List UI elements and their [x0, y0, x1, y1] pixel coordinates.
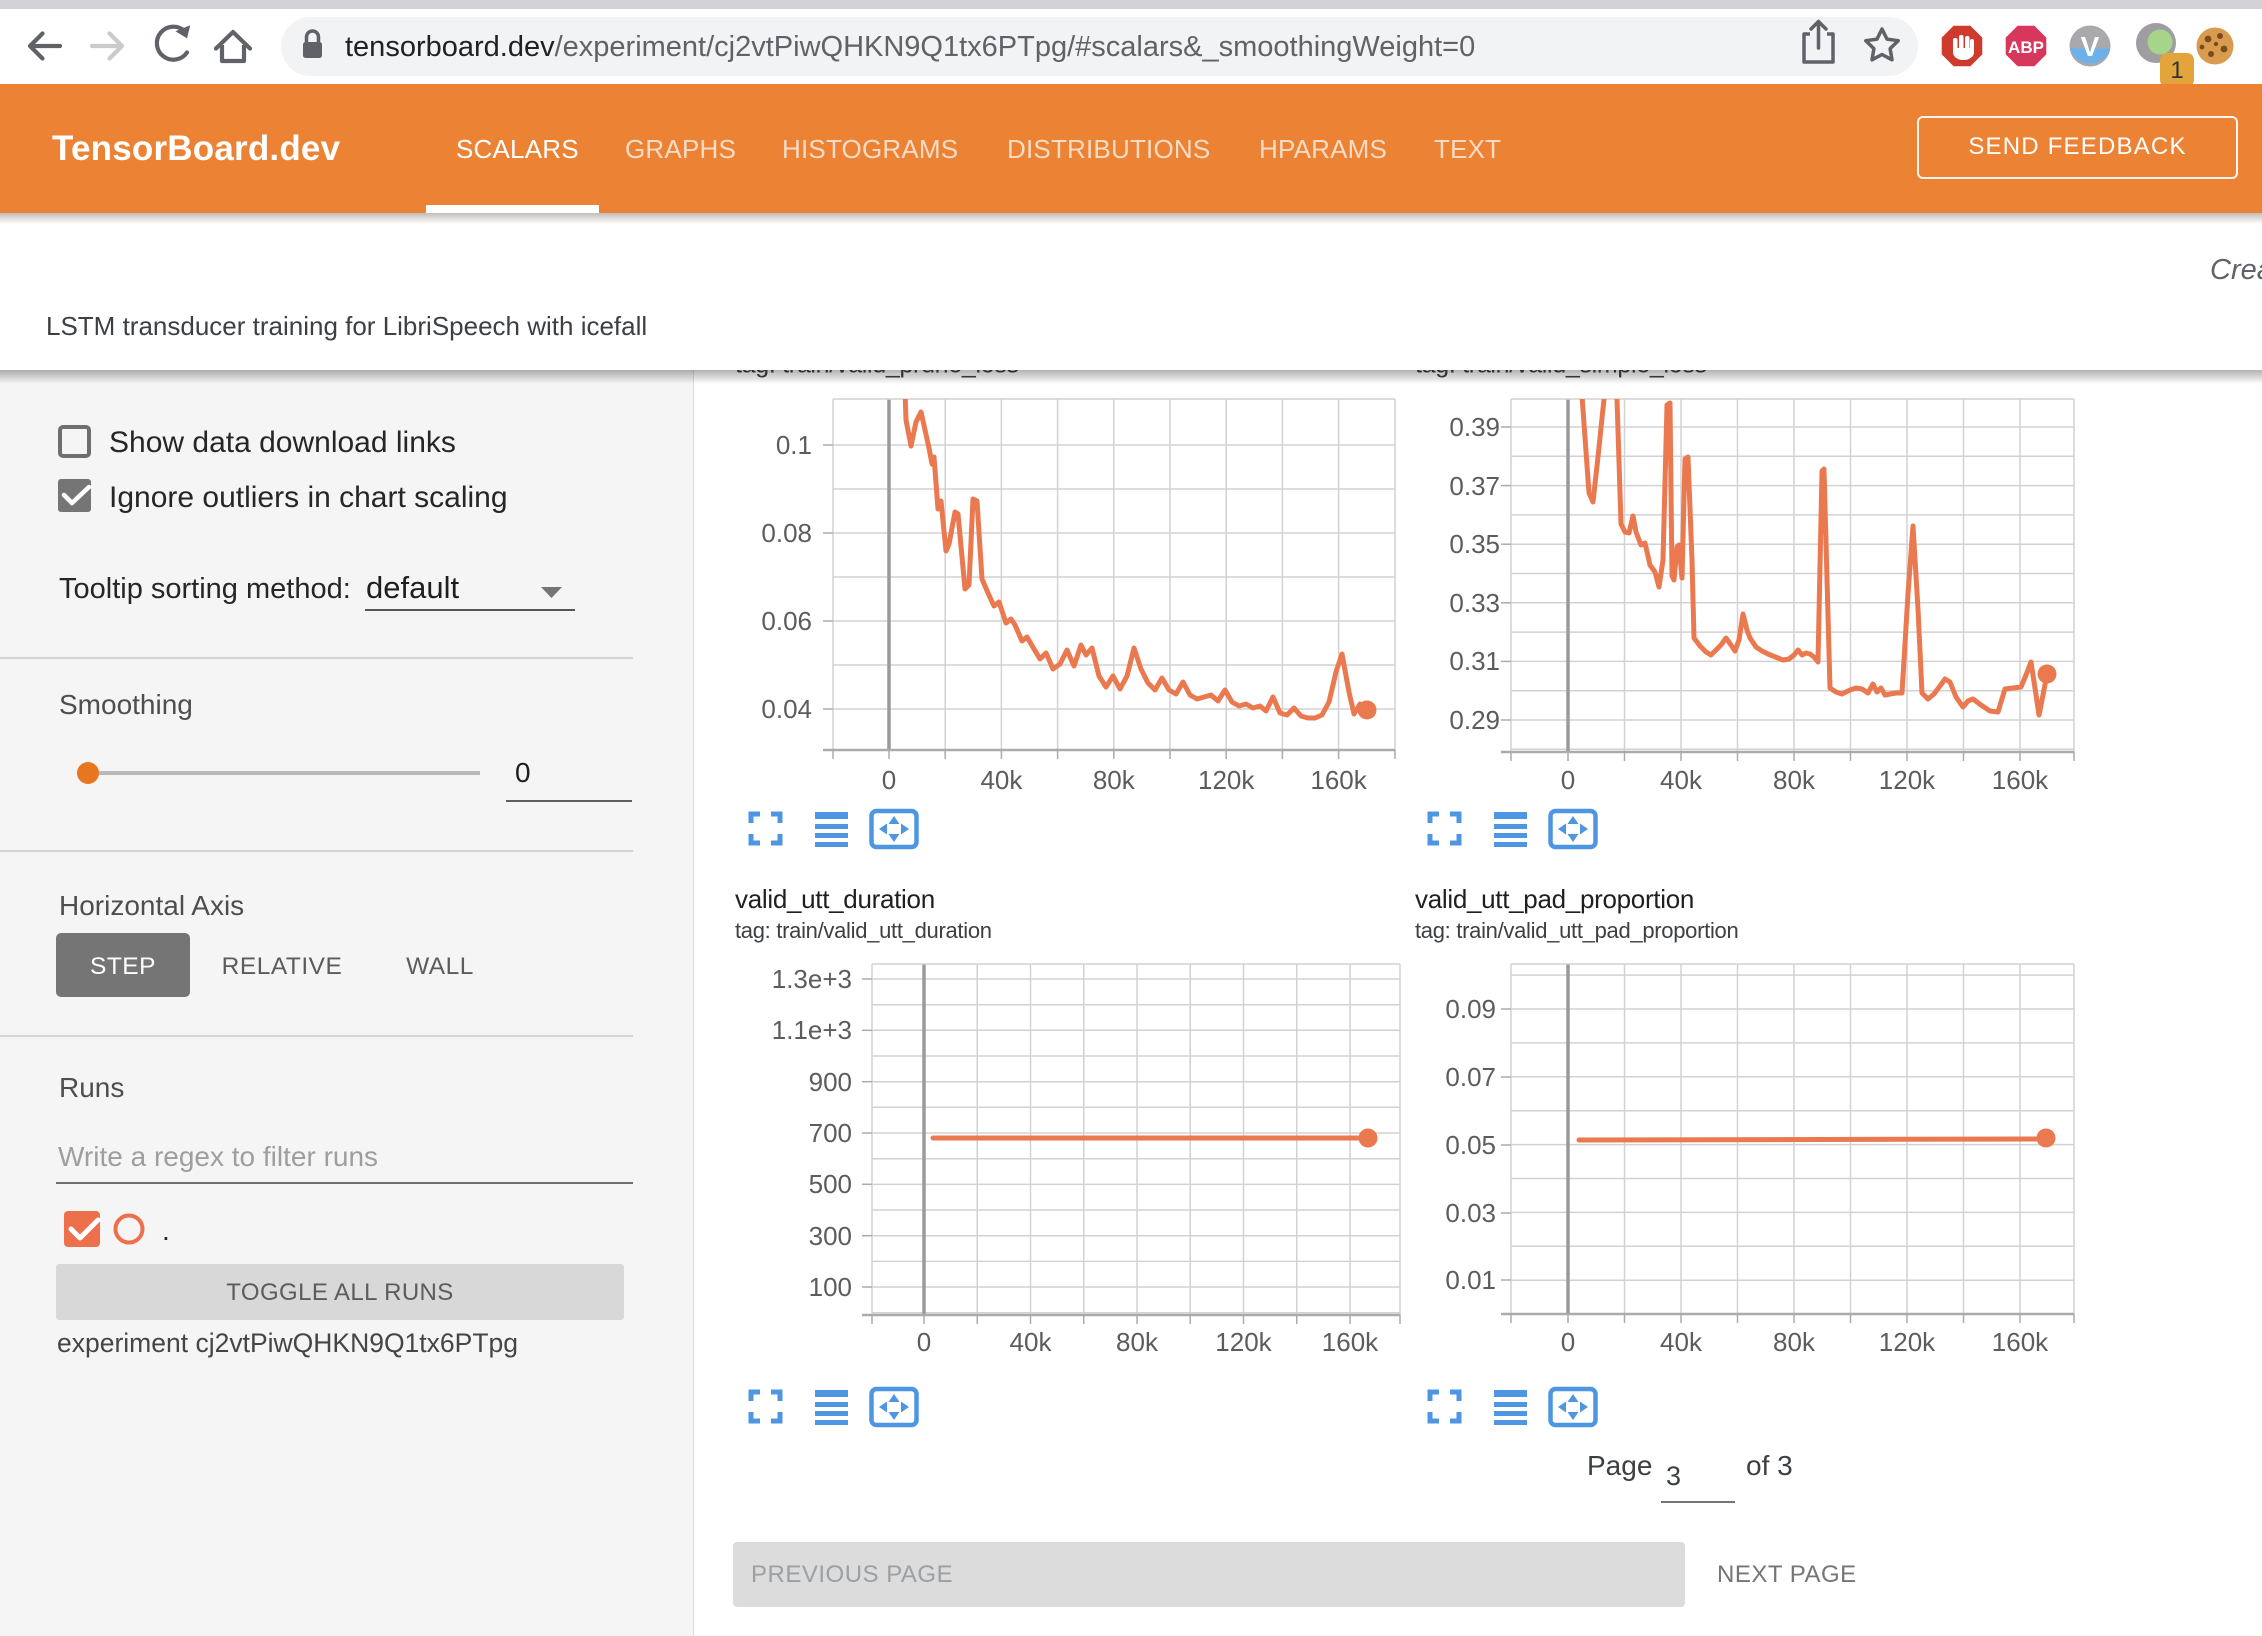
- svg-text:Horizontal Axis: Horizontal Axis: [59, 890, 244, 921]
- svg-text:Show data download links: Show data download links: [109, 426, 456, 459]
- svg-text:1.1e+3: 1.1e+3: [772, 1015, 852, 1045]
- svg-text:0.09: 0.09: [1445, 994, 1496, 1024]
- svg-text:ABP: ABP: [2008, 38, 2044, 57]
- svg-text:80k: 80k: [1093, 765, 1136, 795]
- svg-text:160k: 160k: [1310, 765, 1367, 795]
- svg-text:Tooltip sorting method:: Tooltip sorting method:: [59, 573, 351, 605]
- svg-text:120k: 120k: [1215, 1327, 1272, 1357]
- svg-text:experiment cj2vtPiwQHKN9Q1tx6P: experiment cj2vtPiwQHKN9Q1tx6PTpg: [57, 1328, 518, 1358]
- svg-text:300: 300: [809, 1221, 852, 1251]
- svg-text:160k: 160k: [1322, 1327, 1379, 1357]
- svg-text:0.37: 0.37: [1449, 471, 1500, 501]
- svg-text:STEP: STEP: [90, 953, 156, 980]
- svg-text:0.06: 0.06: [761, 606, 812, 636]
- svg-text:valid_utt_duration: valid_utt_duration: [735, 884, 935, 914]
- svg-text:160k: 160k: [1992, 1327, 2049, 1357]
- svg-text:0.33: 0.33: [1449, 588, 1500, 618]
- svg-text:0: 0: [1561, 765, 1575, 795]
- svg-text:V: V: [2081, 31, 2100, 62]
- svg-text:40k: 40k: [980, 765, 1023, 795]
- svg-text:1: 1: [2170, 57, 2183, 84]
- svg-text:0: 0: [1561, 1327, 1575, 1357]
- svg-text:RELATIVE: RELATIVE: [222, 953, 343, 980]
- svg-text:0: 0: [515, 757, 531, 788]
- svg-text:default: default: [366, 570, 459, 605]
- svg-text:TOGGLE ALL RUNS: TOGGLE ALL RUNS: [226, 1279, 453, 1306]
- svg-text:0.29: 0.29: [1449, 705, 1500, 735]
- svg-text:100: 100: [809, 1272, 852, 1302]
- svg-text:0.01: 0.01: [1445, 1265, 1496, 1295]
- svg-text:40k: 40k: [1010, 1327, 1053, 1357]
- svg-text:Ignore outliers in chart scali: Ignore outliers in chart scaling: [109, 481, 508, 514]
- svg-text:40k: 40k: [1660, 765, 1703, 795]
- svg-text:WALL: WALL: [406, 953, 474, 980]
- svg-text:0.07: 0.07: [1445, 1062, 1496, 1092]
- svg-text:Smoothing: Smoothing: [59, 689, 193, 720]
- svg-text:Runs: Runs: [59, 1072, 124, 1103]
- svg-text:0: 0: [882, 765, 896, 795]
- svg-text:0.39: 0.39: [1449, 412, 1500, 442]
- svg-text:1.3e+3: 1.3e+3: [772, 964, 852, 994]
- svg-text:0.05: 0.05: [1445, 1130, 1496, 1160]
- svg-text:160k: 160k: [1992, 765, 2049, 795]
- svg-text:tag: train/valid_utt_duration: tag: train/valid_utt_duration: [735, 918, 992, 943]
- svg-text:0.04: 0.04: [761, 694, 812, 724]
- svg-text:120k: 120k: [1879, 765, 1936, 795]
- svg-text:valid_utt_pad_proportion: valid_utt_pad_proportion: [1415, 884, 1694, 914]
- svg-text:500: 500: [809, 1169, 852, 1199]
- svg-text:80k: 80k: [1773, 765, 1816, 795]
- svg-text:0: 0: [917, 1327, 931, 1357]
- svg-text:80k: 80k: [1773, 1327, 1816, 1357]
- svg-text:tensorboard.dev/experiment/cj2: tensorboard.dev/experiment/cj2vtPiwQHKN9…: [345, 31, 1475, 63]
- svg-text:tag: train/valid_utt_pad_propo: tag: train/valid_utt_pad_proportion: [1415, 918, 1738, 943]
- svg-text:Write a regex to filter runs: Write a regex to filter runs: [58, 1141, 378, 1172]
- svg-text:.: .: [162, 1215, 170, 1246]
- svg-text:0.1: 0.1: [776, 430, 812, 460]
- svg-text:700: 700: [809, 1118, 852, 1148]
- svg-text:40k: 40k: [1660, 1327, 1703, 1357]
- svg-text:120k: 120k: [1198, 765, 1255, 795]
- svg-text:0.31: 0.31: [1449, 646, 1500, 676]
- svg-text:900: 900: [809, 1067, 852, 1097]
- svg-text:0.03: 0.03: [1445, 1198, 1496, 1228]
- svg-text:120k: 120k: [1879, 1327, 1936, 1357]
- svg-text:80k: 80k: [1116, 1327, 1159, 1357]
- svg-text:0.08: 0.08: [761, 518, 812, 548]
- svg-text:0.35: 0.35: [1449, 529, 1500, 559]
